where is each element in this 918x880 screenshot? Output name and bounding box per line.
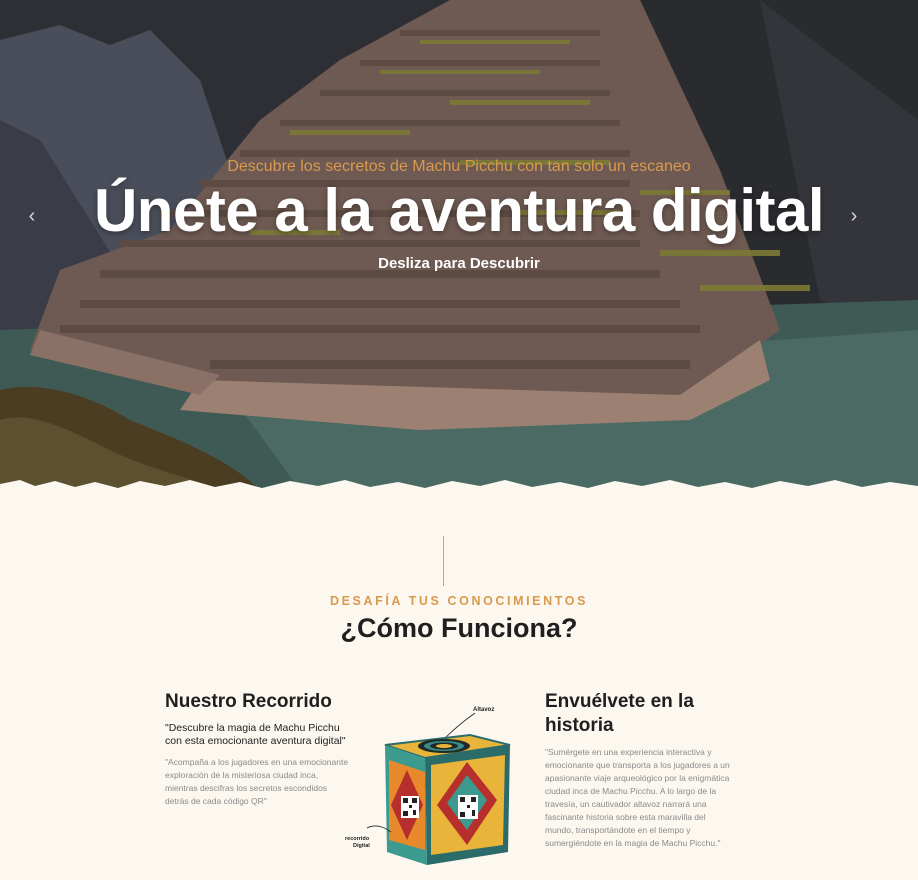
hero-banner: Descubre los secretos de Machu Picchu co… xyxy=(0,0,918,490)
speaker-label: Altavoz xyxy=(473,707,494,713)
carousel-prev-arrow-icon[interactable]: ‹ xyxy=(22,204,42,228)
qr-cube-illustration: Altavoz recorrido Digital xyxy=(345,707,511,865)
story-description: "Sumérgete en una experiencia interactiv… xyxy=(545,747,730,848)
carousel-next-arrow-icon[interactable]: › xyxy=(844,204,864,228)
tour-column: Nuestro Recorrido "Descubre la magia de … xyxy=(165,690,350,808)
scroll-discover-link[interactable]: Desliza para Descubrir xyxy=(0,255,918,272)
section-eyebrow: DESAFÍA TUS CONOCIMIENTOS xyxy=(329,594,589,608)
tour-description: "Acompaña a los jugadores en una emocion… xyxy=(165,757,349,806)
tour-heading: Nuestro Recorrido xyxy=(165,691,332,712)
section-divider-line xyxy=(443,536,444,586)
tour-label-line1: recorrido xyxy=(345,836,370,842)
hero-subtitle: Descubre los secretos de Machu Picchu co… xyxy=(227,158,691,175)
section-title: ¿Cómo Funciona? xyxy=(340,613,578,643)
tour-quote: "Descubre la magia de Machu Picchu con e… xyxy=(165,722,346,747)
hero-title: Únete a la aventura digital xyxy=(93,177,825,244)
machu-picchu-illustration xyxy=(0,0,918,490)
story-heading: Envuélvete en la historia xyxy=(545,691,694,736)
tour-label-line2: Digital xyxy=(353,843,370,849)
story-column: Envuélvete en la historia "Sumérgete en … xyxy=(545,690,730,850)
